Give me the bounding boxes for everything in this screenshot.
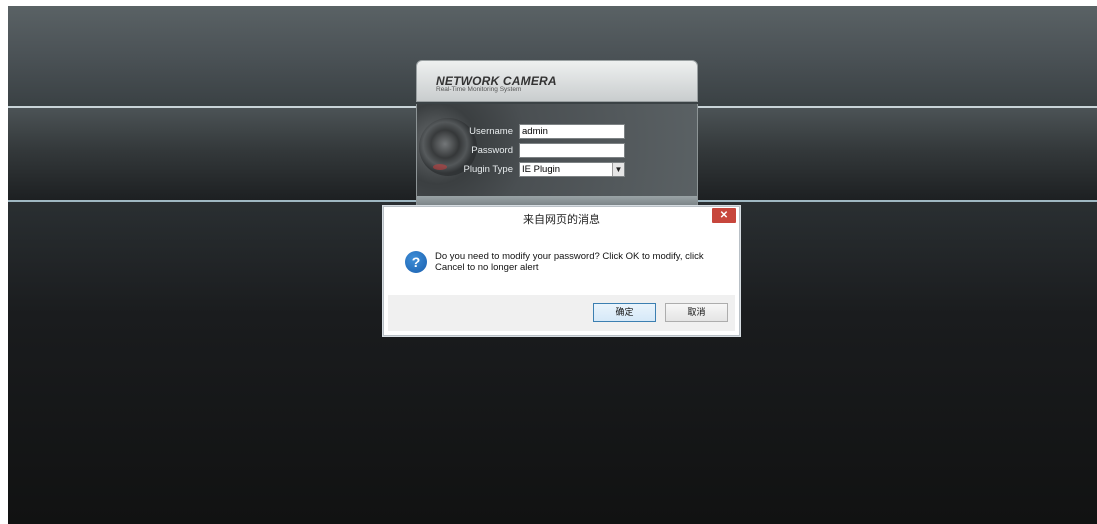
username-input[interactable]: admin [519,124,625,139]
dialog-content: ? Do you need to modify your password? C… [388,231,735,295]
username-label: Username [469,126,513,137]
message-dialog: 来自网页的消息 ✕ ? Do you need to modify your p… [383,206,740,336]
close-icon[interactable]: ✕ [712,208,736,223]
chevron-down-icon[interactable]: ▼ [612,163,624,176]
login-header: NETWORK CAMERA Real-Time Monitoring Syst… [416,60,698,102]
dialog-title: 来自网页的消息 [523,214,600,226]
question-icon: ? [405,251,427,273]
login-form: Username admin Password Plugin Type IE P… [416,104,698,196]
dialog-message: Do you need to modify your password? Cli… [435,251,704,273]
browser-viewport: NETWORK CAMERA Real-Time Monitoring Syst… [8,6,1097,524]
dialog-titlebar: 来自网页的消息 ✕ [384,207,739,229]
cancel-button[interactable]: 取消 [665,303,728,322]
brand-subtitle: Real-Time Monitoring System [436,86,522,93]
login-panel: NETWORK CAMERA Real-Time Monitoring Syst… [416,60,698,210]
password-row: Password [417,143,699,159]
dialog-button-bar: 确定 取消 [388,295,735,331]
ok-button[interactable]: 确定 [593,303,656,322]
username-row: Username admin [417,124,699,140]
plugin-type-value: IE Plugin [522,164,561,175]
plugin-type-row: Plugin Type IE Plugin ▼ [417,162,699,178]
password-input[interactable] [519,143,625,158]
plugin-type-label: Plugin Type [463,164,513,175]
plugin-type-select[interactable]: IE Plugin ▼ [519,162,625,177]
password-label: Password [471,145,513,156]
